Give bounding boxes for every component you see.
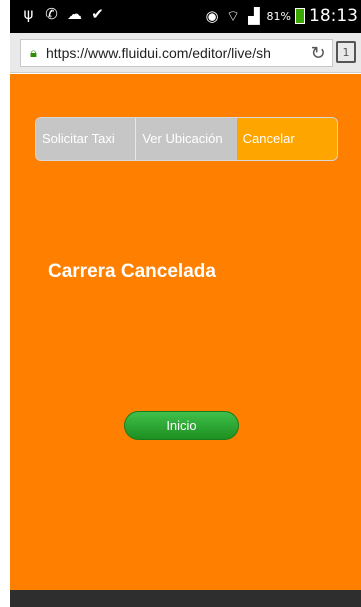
tabs-count: 1 xyxy=(342,45,350,59)
inicio-button[interactable]: Inicio xyxy=(124,411,239,440)
nav-tabs: Solicitar Taxi Ver Ubicación Cancelar xyxy=(35,117,338,161)
usb-icon: ψ xyxy=(23,5,34,23)
url-field[interactable]: 🔒︎ https://www.fluidui.com/editor/live/s… xyxy=(20,39,333,67)
tab-solicitar-taxi[interactable]: Solicitar Taxi xyxy=(36,118,137,160)
eye-icon: ◉ xyxy=(205,6,219,25)
status-left-icons: ψ ✆ ☁ ✔ xyxy=(20,6,106,23)
page-title: Carrera Cancelada xyxy=(48,261,216,282)
whatsapp-icon: ✆ xyxy=(45,5,58,23)
battery-percent: 81% xyxy=(266,9,291,23)
clock: 18:13 xyxy=(309,6,358,26)
url-text: https://www.fluidui.com/editor/live/sh xyxy=(46,45,271,61)
cloud-icon: ☁ xyxy=(67,5,82,23)
status-right-icons: ◉ ⌔ ▟ 81% 18:13 xyxy=(204,6,359,26)
battery-icon xyxy=(295,8,305,24)
signal-icon: ▟ xyxy=(248,6,260,25)
tab-cancelar-label: Cancelar xyxy=(242,131,295,146)
tab-cancelar[interactable]: Cancelar xyxy=(236,118,337,160)
tabs-icon[interactable]: 1 xyxy=(336,41,356,63)
status-bar: ψ ✆ ☁ ✔ ◉ ⌔ ▟ 81% 18:13 xyxy=(10,0,361,33)
reload-icon[interactable]: ↻ xyxy=(308,43,328,64)
inicio-button-label: Inicio xyxy=(166,418,197,433)
tab-ver-ubicacion[interactable]: Ver Ubicación xyxy=(136,118,237,160)
tab-solicitar-taxi-label: Solicitar Taxi xyxy=(42,131,115,146)
bottom-bar xyxy=(10,590,361,607)
left-edge-strip xyxy=(0,0,10,607)
app-screen: Solicitar Taxi Ver Ubicación Cancelar Ca… xyxy=(10,74,361,590)
check-icon: ✔ xyxy=(91,5,104,23)
browser-toolbar: 🔒︎ https://www.fluidui.com/editor/live/s… xyxy=(10,33,361,73)
wifi-icon: ⌔ xyxy=(225,6,241,25)
lock-icon: 🔒︎ xyxy=(30,45,37,61)
tab-ver-ubicacion-label: Ver Ubicación xyxy=(142,131,223,146)
